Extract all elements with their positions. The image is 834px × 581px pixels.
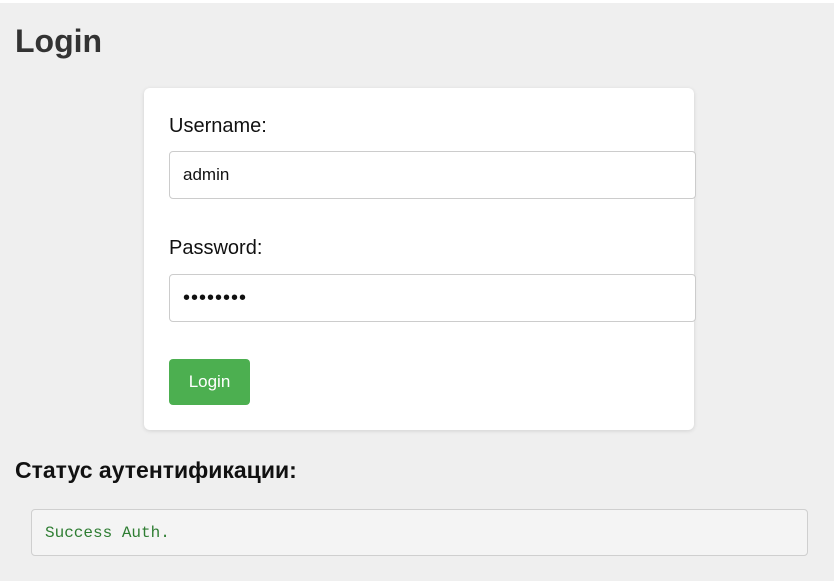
status-heading: Статус аутентификации: (15, 457, 297, 483)
password-label: Password: (169, 237, 263, 259)
status-message-box: Success Auth. (31, 509, 808, 556)
login-button[interactable]: Login (169, 359, 250, 405)
password-input[interactable] (169, 274, 696, 322)
status-message: Success Auth. (45, 523, 170, 542)
page-background: Login Username: Password: Login Статус а… (0, 3, 834, 581)
page-title: Login (15, 23, 103, 59)
username-label: Username: (169, 115, 267, 137)
login-form: Username: Password: Login (144, 88, 696, 430)
username-input[interactable] (169, 151, 696, 199)
